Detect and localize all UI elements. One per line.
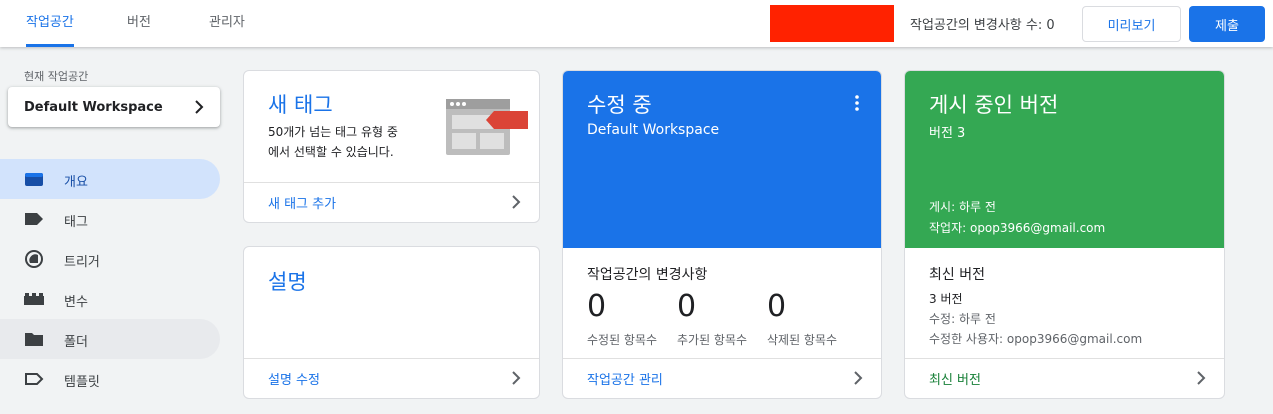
sidebar-item-tags[interactable]: 태그 <box>0 199 220 239</box>
new-tag-card[interactable]: 새 태그 50개가 넘는 태그 유형 중 에서 선택할 수 있습니다. 새 태그… <box>243 70 540 223</box>
latest-version-link[interactable]: 최신 버전 <box>929 369 981 388</box>
template-icon <box>25 373 44 385</box>
sidebar-item-overview[interactable]: 개요 <box>0 159 220 199</box>
description-title: 설명 <box>268 270 307 294</box>
add-new-tag-link[interactable]: 새 태그 추가 <box>268 193 336 212</box>
latest-modifier: 수정한 사용자: opop3966@gmail.com <box>929 332 1143 346</box>
added-label: 추가된 항목수 <box>677 333 748 347</box>
current-workspace-label: 현재 작업공간 <box>24 70 89 83</box>
new-tag-desc-line1: 50개가 넘는 태그 유형 중 <box>268 125 398 139</box>
editing-header: 수정 중 Default Workspace <box>563 71 881 248</box>
latest-version-title: 최신 버전 <box>929 267 985 283</box>
new-tag-description: 50개가 넘는 태그 유형 중 에서 선택할 수 있습니다. <box>268 122 398 162</box>
editing-workspace-name: Default Workspace <box>587 122 720 138</box>
tab-versions[interactable]: 버전 <box>127 0 151 47</box>
chevron-right-icon <box>512 371 521 385</box>
submit-button[interactable]: 제출 <box>1189 6 1265 42</box>
published-header: 게시 중인 버전 버전 3 게시: 하루 전 작업자: opop3966@gma… <box>905 71 1224 248</box>
trigger-icon <box>25 250 43 268</box>
published-version: 버전 3 <box>929 126 966 141</box>
more-vert-icon[interactable] <box>855 95 859 111</box>
deleted-label: 삭제된 항목수 <box>767 333 838 347</box>
redacted-block <box>770 5 894 42</box>
published-author: 작업자: opop3966@gmail.com <box>929 221 1106 235</box>
latest-modified: 수정: 하루 전 <box>929 312 996 326</box>
tag-illustration-icon <box>446 99 528 155</box>
new-tag-title: 새 태그 <box>268 93 333 117</box>
changes-title: 작업공간의 변경사항 <box>587 267 708 283</box>
added-count: 0 <box>677 289 697 324</box>
top-bar: 작업공간 버전 관리자 작업공간의 변경사항 수: 0 미리보기 제출 <box>0 0 1273 47</box>
editing-title: 수정 중 <box>587 93 652 117</box>
editing-footer[interactable]: 작업공간 관리 <box>563 358 881 398</box>
new-tag-desc-line2: 에서 선택할 수 있습니다. <box>268 145 394 159</box>
editing-card: 수정 중 Default Workspace 작업공간의 변경사항 0 0 0 … <box>562 70 882 399</box>
published-card: 게시 중인 버전 버전 3 게시: 하루 전 작업자: opop3966@gma… <box>904 70 1225 399</box>
edit-description-link[interactable]: 설명 수정 <box>268 369 320 388</box>
preview-button[interactable]: 미리보기 <box>1082 6 1181 42</box>
sidebar-item-variables[interactable]: 변수 <box>0 279 220 319</box>
chevron-right-icon <box>195 100 204 114</box>
sidebar-item-label: 변수 <box>64 295 88 310</box>
overview-icon <box>25 173 43 186</box>
variable-icon <box>24 293 44 305</box>
sidebar-item-label: 개요 <box>64 175 88 190</box>
sidebar-item-label: 폴더 <box>64 335 88 350</box>
folder-icon <box>25 333 43 346</box>
chevron-right-icon <box>854 371 863 385</box>
workspace-selector[interactable]: Default Workspace <box>8 87 220 127</box>
deleted-count: 0 <box>767 289 787 324</box>
chevron-right-icon <box>1197 371 1206 385</box>
sidebar-item-triggers[interactable]: 트리거 <box>0 239 220 279</box>
published-at: 게시: 하루 전 <box>929 200 996 214</box>
tab-admin[interactable]: 관리자 <box>209 0 245 47</box>
description-footer[interactable]: 설명 수정 <box>244 358 539 398</box>
sidebar-item-label: 트리거 <box>64 255 100 270</box>
description-card[interactable]: 설명 설명 수정 <box>243 246 540 399</box>
latest-version-number: 3 버전 <box>929 292 963 306</box>
sidebar-item-label: 템플릿 <box>64 375 100 390</box>
workspace-changes-count: 작업공간의 변경사항 수: 0 <box>910 18 1055 33</box>
sidebar-item-folders[interactable]: 폴더 <box>0 319 220 359</box>
modified-label: 수정된 항목수 <box>587 333 658 347</box>
manage-workspace-link[interactable]: 작업공간 관리 <box>587 369 663 388</box>
workspace-name: Default Workspace <box>24 99 163 115</box>
published-title: 게시 중인 버전 <box>929 93 1059 117</box>
tab-workspace[interactable]: 작업공간 <box>26 0 74 47</box>
tag-icon <box>25 213 43 225</box>
published-footer[interactable]: 최신 버전 <box>905 358 1224 398</box>
chevron-right-icon <box>512 195 521 209</box>
modified-count: 0 <box>587 289 607 324</box>
new-tag-footer[interactable]: 새 태그 추가 <box>244 182 539 222</box>
sidebar-item-templates[interactable]: 템플릿 <box>0 359 220 399</box>
sidebar-item-label: 태그 <box>64 215 88 230</box>
